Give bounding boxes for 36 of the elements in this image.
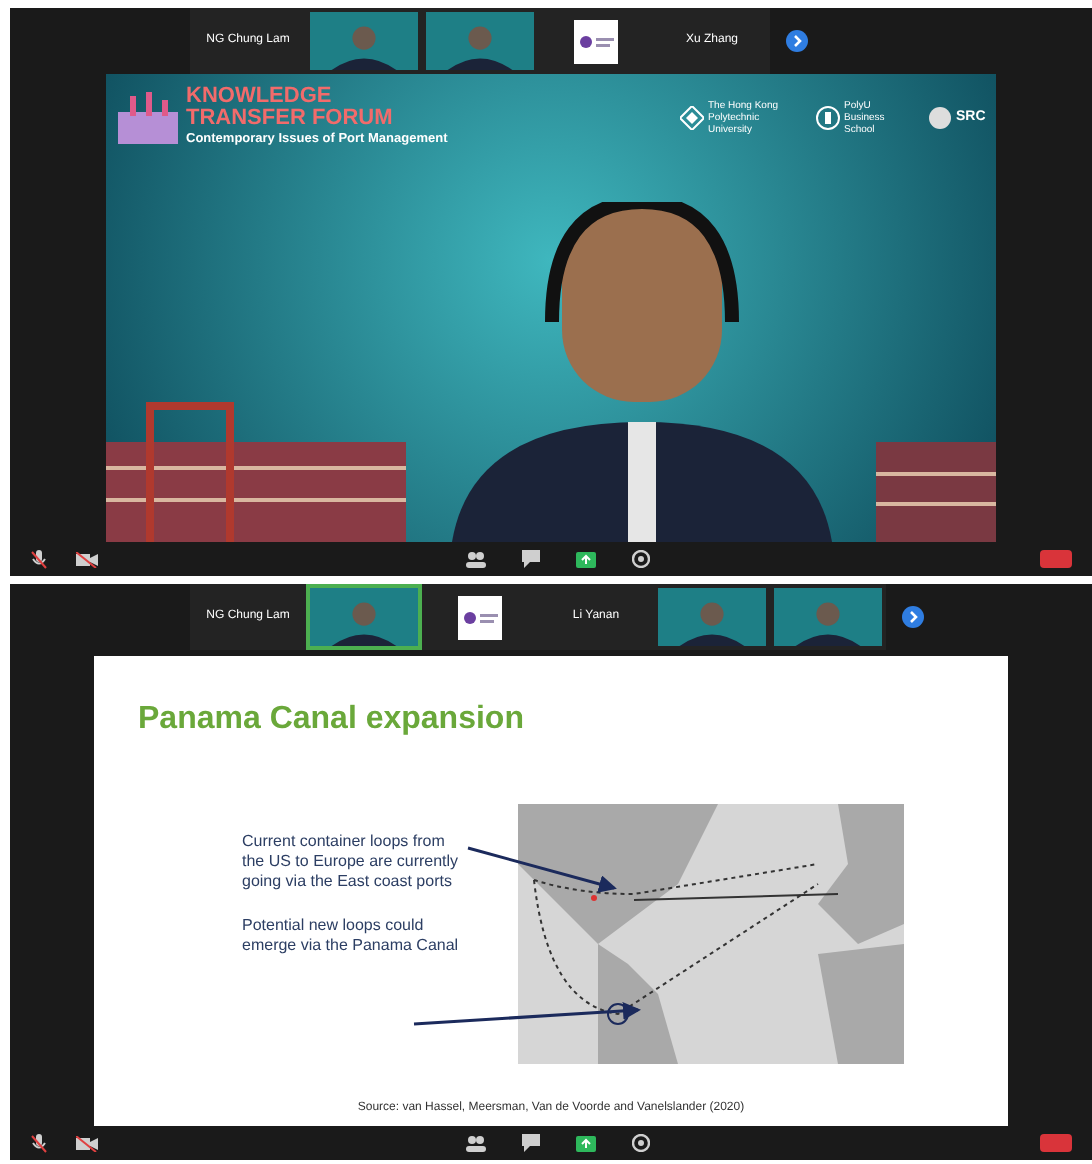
- organization-logo: [458, 595, 502, 639]
- participant-tile[interactable]: [770, 584, 886, 650]
- forum-logo-icon: [118, 91, 178, 144]
- participant-tile[interactable]: [422, 584, 538, 650]
- organization-logo: [574, 19, 618, 63]
- record-icon[interactable]: [632, 550, 650, 568]
- participant-tile[interactable]: [654, 584, 770, 650]
- participant-tile[interactable]: [422, 8, 538, 74]
- next-page-icon[interactable]: [902, 606, 924, 628]
- forum-title: KNOWLEDGE: [186, 86, 334, 108]
- video-thumbnail: [310, 588, 418, 646]
- video-thumbnail: [774, 588, 882, 646]
- slide-title: Panama Canal expansion: [138, 700, 526, 740]
- participants-icon[interactable]: [466, 550, 486, 568]
- next-page-icon[interactable]: [786, 30, 808, 52]
- camera-off-icon[interactable]: [76, 1135, 98, 1151]
- muted-microphone-icon[interactable]: [30, 549, 48, 569]
- share-screen-icon[interactable]: [576, 551, 596, 567]
- camera-off-icon[interactable]: [76, 551, 98, 567]
- diamond-logo-icon: [680, 105, 704, 130]
- forum-title: TRANSFER FORUM: [186, 108, 395, 130]
- sphere-logo-icon: [928, 105, 952, 130]
- participants-icon[interactable]: [466, 1134, 486, 1152]
- record-icon[interactable]: [632, 1134, 650, 1152]
- share-screen-icon[interactable]: [576, 1135, 596, 1151]
- muted-microphone-icon[interactable]: [30, 1133, 48, 1153]
- slide-text: Current container loops from the US to Europe are currently going via the East coast ports: [242, 832, 461, 892]
- video-thumbnail: [658, 588, 766, 646]
- chat-icon[interactable]: [522, 550, 540, 568]
- participant-tile[interactable]: [306, 584, 422, 650]
- participant-tile[interactable]: [306, 8, 422, 74]
- slide-text: Potential new loops could emerge via the Panama Canal: [242, 916, 461, 956]
- participant-tile[interactable]: [538, 8, 654, 74]
- chat-icon[interactable]: [522, 1134, 540, 1152]
- video-thumbnail: [310, 12, 418, 70]
- video-thumbnail: [426, 12, 534, 70]
